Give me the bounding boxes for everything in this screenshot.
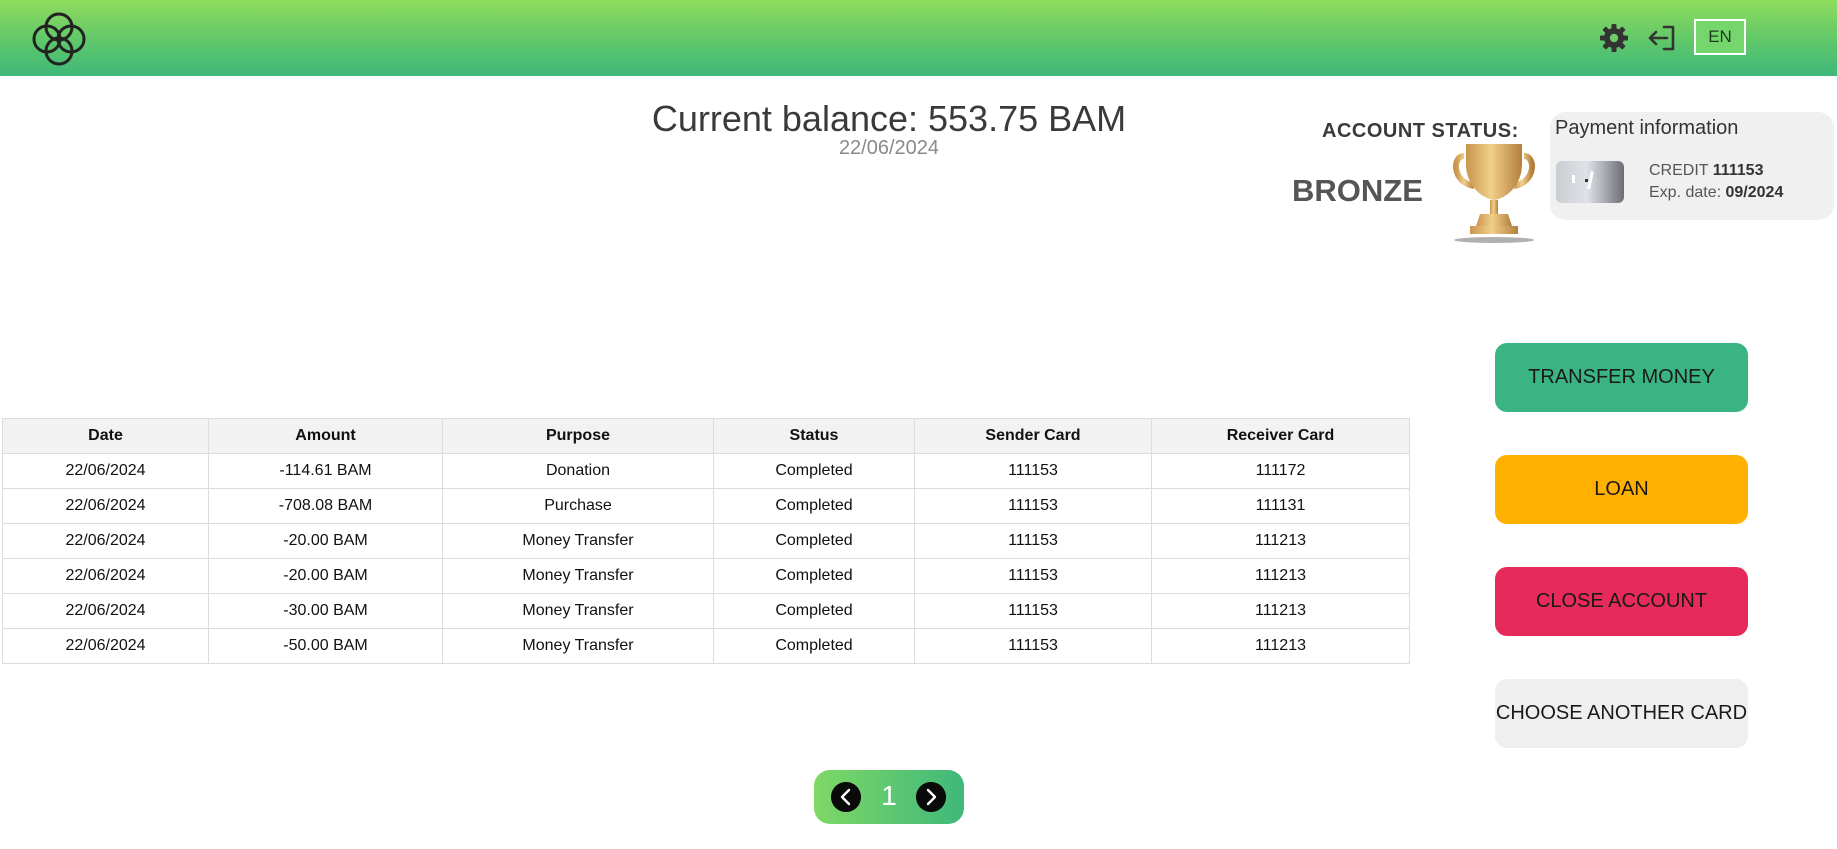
card-image[interactable]: [1556, 161, 1624, 203]
exp-date-value: 09/2024: [1725, 184, 1784, 201]
cell-receiver-card: 111131: [1151, 488, 1410, 524]
cell-receiver-card: 111213: [1151, 558, 1410, 594]
cell-amount: -30.00 BAM: [208, 593, 443, 629]
cell-purpose: Money Transfer: [442, 558, 714, 594]
trophy-icon: [1453, 144, 1535, 243]
cell-status: Completed: [713, 558, 915, 594]
column-header-amount: Amount: [208, 418, 443, 454]
cell-sender-card: 111153: [914, 453, 1152, 489]
cell-purpose: Purchase: [442, 488, 714, 524]
cell-amount: -114.61 BAM: [208, 453, 443, 489]
language-button[interactable]: EN: [1694, 19, 1746, 55]
choose-another-card-button[interactable]: CHOOSE ANOTHER CARD: [1495, 679, 1748, 748]
cell-amount: -50.00 BAM: [208, 628, 443, 664]
cell-sender-card: 111153: [914, 488, 1152, 524]
cell-sender-card: 111153: [914, 593, 1152, 629]
cell-receiver-card: 111213: [1151, 523, 1410, 559]
cell-status: Completed: [713, 488, 915, 524]
cell-purpose: Money Transfer: [442, 523, 714, 559]
top-bar: EN: [0, 0, 1837, 76]
cell-status: Completed: [713, 593, 915, 629]
gear-icon[interactable]: [1598, 22, 1630, 54]
column-header-date: Date: [2, 418, 209, 454]
column-header-status: Status: [713, 418, 915, 454]
table-row: 22/06/2024 -30.00 BAM Money Transfer Com…: [2, 593, 1410, 629]
cell-status: Completed: [713, 628, 915, 664]
table-row: 22/06/2024 -708.08 BAM Purchase Complete…: [2, 488, 1410, 524]
cell-sender-card: 111153: [914, 558, 1152, 594]
current-page-number: 1: [881, 780, 897, 811]
cell-date: 22/06/2024: [2, 453, 209, 489]
transactions-table: Date Amount Purpose Status Sender Card R…: [2, 418, 1410, 664]
payment-information-panel: Payment information CREDIT 111153 Exp. d…: [1550, 112, 1834, 220]
cell-date: 22/06/2024: [2, 593, 209, 629]
cell-receiver-card: 111213: [1151, 593, 1410, 629]
column-header-purpose: Purpose: [442, 418, 714, 454]
table-row: 22/06/2024 -20.00 BAM Money Transfer Com…: [2, 523, 1410, 559]
loan-button[interactable]: LOAN: [1495, 455, 1748, 524]
cell-date: 22/06/2024: [2, 523, 209, 559]
clover-logo-icon[interactable]: [27, 7, 91, 71]
pagination: 1: [814, 770, 964, 824]
cell-amount: -20.00 BAM: [208, 558, 443, 594]
cell-receiver-card: 111172: [1151, 453, 1410, 489]
cell-amount: -708.08 BAM: [208, 488, 443, 524]
cell-status: Completed: [713, 523, 915, 559]
chevron-left-icon[interactable]: [831, 782, 861, 812]
table-row: 22/06/2024 -20.00 BAM Money Transfer Com…: [2, 558, 1410, 594]
column-header-receiver-card: Receiver Card: [1151, 418, 1410, 454]
card-type: CREDIT: [1649, 162, 1709, 179]
transfer-money-button[interactable]: TRANSFER MONEY: [1495, 343, 1748, 412]
column-header-sender-card: Sender Card: [914, 418, 1152, 454]
cell-date: 22/06/2024: [2, 558, 209, 594]
cell-sender-card: 111153: [914, 628, 1152, 664]
close-account-button[interactable]: CLOSE ACCOUNT: [1495, 567, 1748, 636]
logout-icon[interactable]: [1646, 22, 1678, 54]
table-header-row: Date Amount Purpose Status Sender Card R…: [2, 418, 1410, 454]
cell-receiver-card: 111213: [1151, 628, 1410, 664]
card-number: 111153: [1712, 162, 1764, 179]
exp-date-label: Exp. date:: [1649, 184, 1722, 201]
cell-purpose: Money Transfer: [442, 593, 714, 629]
card-expiry-line: Exp. date: 09/2024: [1649, 184, 1783, 202]
table-row: 22/06/2024 -50.00 BAM Money Transfer Com…: [2, 628, 1410, 664]
cell-purpose: Donation: [442, 453, 714, 489]
account-status-value: BRONZE: [1292, 173, 1423, 208]
payment-info-title: Payment information: [1555, 117, 1739, 139]
cell-status: Completed: [713, 453, 915, 489]
cell-sender-card: 111153: [914, 523, 1152, 559]
chevron-right-icon[interactable]: [916, 782, 946, 812]
cell-date: 22/06/2024: [2, 488, 209, 524]
card-number-line: CREDIT 111153: [1649, 162, 1763, 180]
table-row: 22/06/2024 -114.61 BAM Donation Complete…: [2, 453, 1410, 489]
cell-purpose: Money Transfer: [442, 628, 714, 664]
cell-amount: -20.00 BAM: [208, 523, 443, 559]
card-icon: [1572, 170, 1594, 190]
cell-date: 22/06/2024: [2, 628, 209, 664]
